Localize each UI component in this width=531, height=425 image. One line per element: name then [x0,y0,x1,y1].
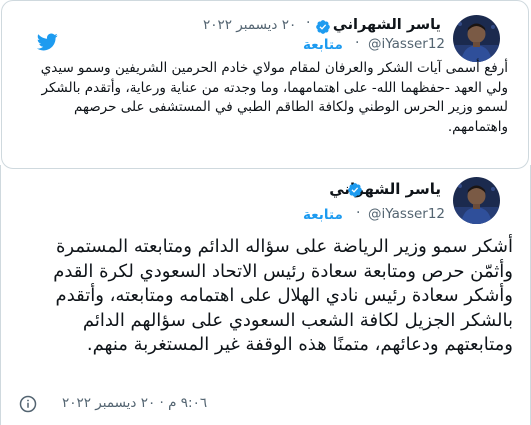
quoted-tweet-text: أرفع أسمى آيات الشكر والعرفان لمقام مولا… [40,60,508,135]
author-avatar[interactable] [453,177,500,224]
author-avatar[interactable] [453,15,500,62]
verified-badge-icon [315,19,331,35]
verified-badge-icon [347,182,363,198]
follow-button[interactable]: متابعة [303,37,343,53]
info-icon[interactable] [18,394,38,414]
author-handle[interactable]: @iYasser12 [368,36,445,52]
tweet-timestamp[interactable]: ٩:٠٦ م · ٢٠ ديسمبر ٢٠٢٢ [62,395,207,411]
author-name[interactable]: ياسر الشهراني [333,17,441,33]
separator-dot: · [355,35,360,51]
twitter-bird-icon[interactable] [34,31,60,53]
separator-dot: · [356,205,361,221]
author-handle[interactable]: @iYasser12 [368,206,445,222]
main-tweet-text: أشكر سمو وزير الرياضة على سؤاله الدائم و… [53,236,513,355]
tweet-embed: ياسر الشهراني · ٢٠ ديسمبر ٢٠٢٢ @iYasser1… [0,0,531,425]
follow-button[interactable]: متابعة [303,207,343,223]
author-name[interactable]: ياسر الشهراني [329,180,441,198]
tweet-date[interactable]: ٢٠ ديسمبر ٢٠٢٢ [203,17,296,33]
separator-dot: · [306,15,311,31]
